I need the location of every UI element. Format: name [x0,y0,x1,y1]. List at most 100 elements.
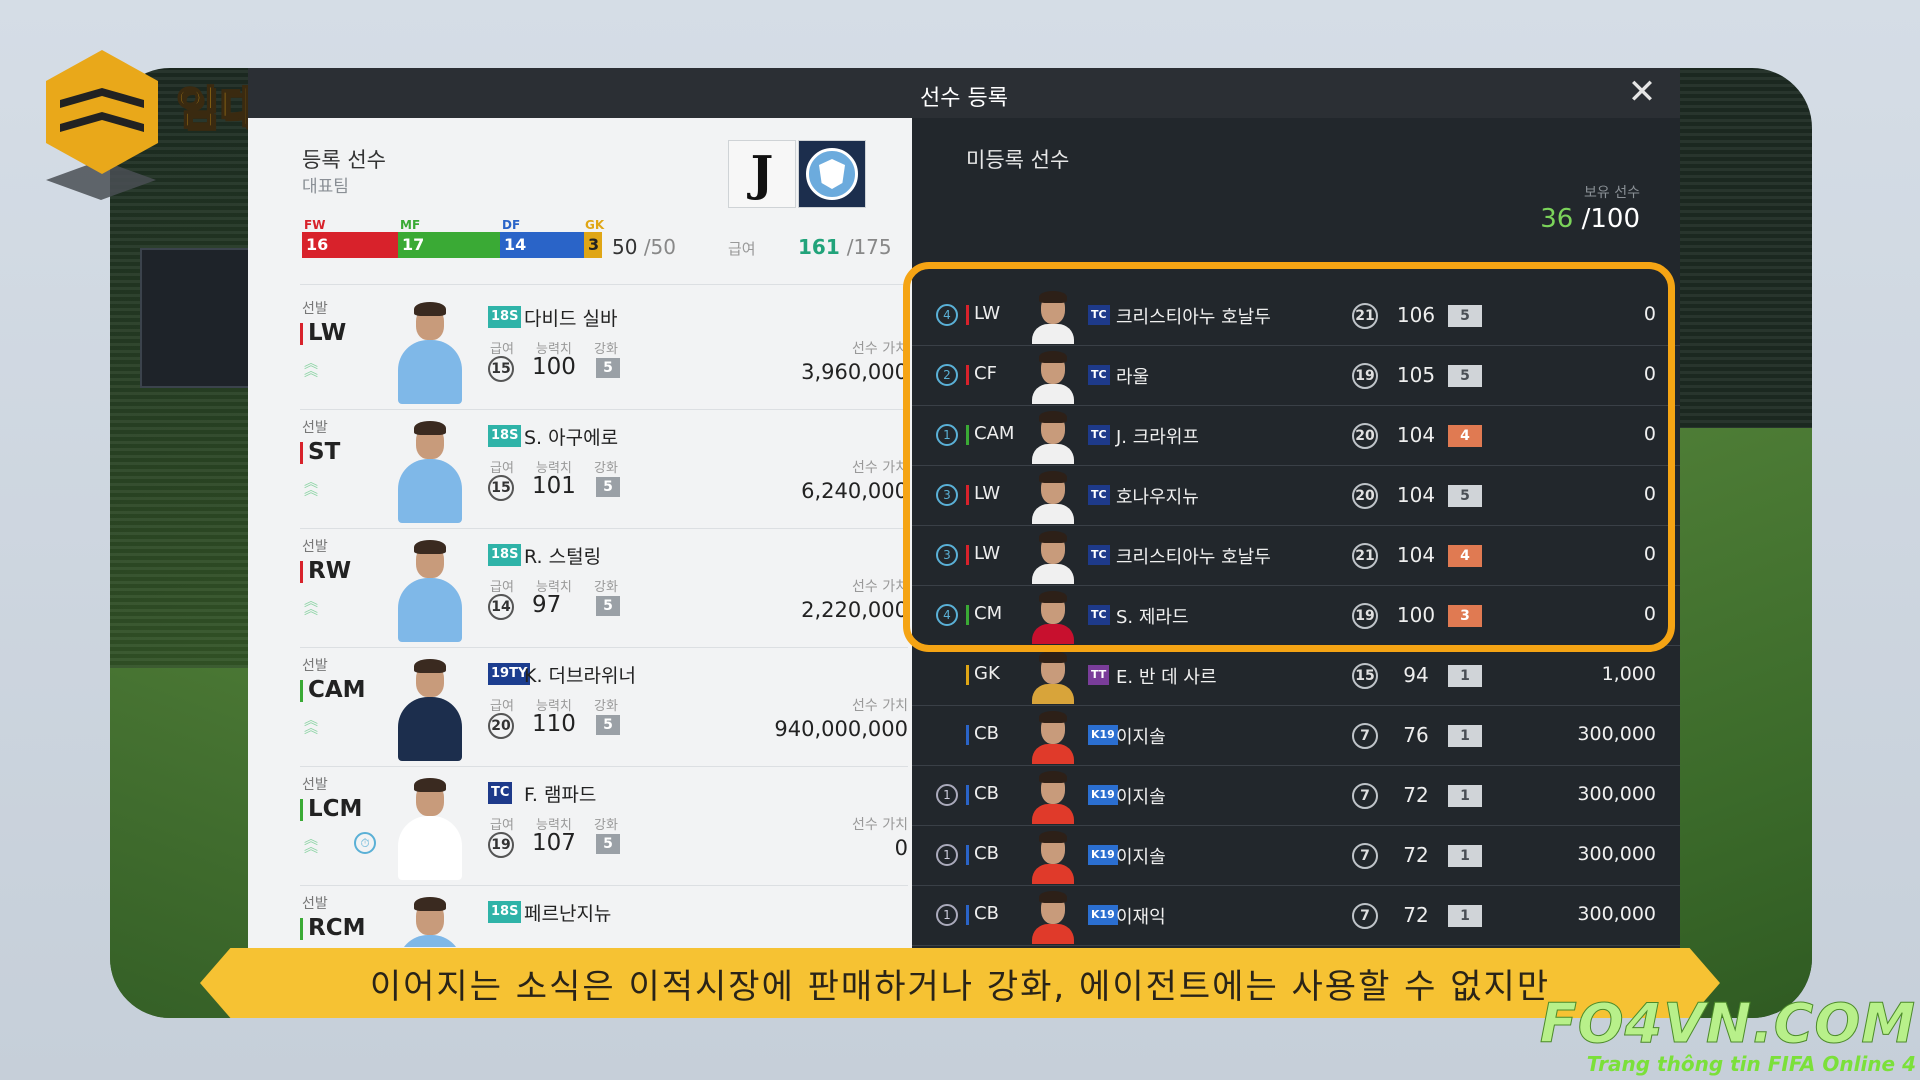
registered-player-row[interactable]: 선발 ST ︽ ︽ 18S S. 아구에로 급여 능력치 강화 15 101 5 선수 가치 6,240,… [300,411,908,529]
lineup-status: 선발 [302,896,328,912]
close-button[interactable]: ✕ [1624,74,1660,110]
player-value: 940,000,000 [774,717,908,741]
mf-label: MF [400,218,421,232]
overall-value: 97 [532,592,562,618]
enhancement-level: 1 [1448,785,1482,807]
squad-count: 50 /50 [612,235,676,259]
season-badge: K19 [1088,785,1118,805]
timer-icon: 1 [936,784,958,806]
registered-player-row[interactable]: 선발 LW ︽ ︽ 18S 다비드 실바 급여 능력치 강화 15 100 5 선수 가치 3,960,0… [300,292,908,410]
player-name: S. 아구에로 [524,427,619,449]
unregistered-player-row[interactable]: 1 CB K19 이지솔 7 72 1 300,000 [912,766,1680,826]
registered-player-row[interactable]: 선발 CAM ︽ ︽ 19TY K. 더브라위너 급여 능력치 강화 20 110 5 선수 가치 940… [300,649,908,767]
position-label: CB [966,783,999,805]
player-name: 이지솔 [1116,787,1166,808]
value-label: 선수 가치 [852,579,908,595]
position-label: CAM [300,677,366,703]
overall-value: 94 [1403,663,1429,687]
unregistered-player-row[interactable]: 4 LW TC 크리스티아누 호날두 21 106 5 0 [912,286,1680,346]
registered-subtitle: 대표팀 [302,177,349,197]
season-badge: TC [1088,545,1110,565]
season-badge: 18S [488,425,522,447]
overall-value: 100 [532,354,576,380]
mf-bar: 17 [398,232,500,258]
club-mancity-badge[interactable] [798,140,866,208]
value-label: 선수 가치 [852,698,908,714]
player-photo [1028,830,1078,884]
unregistered-player-row[interactable]: 1 CB K19 이재익 7 72 1 300,000 [912,886,1680,946]
player-name: 이지솔 [1116,847,1166,868]
position-label: ST [300,439,340,465]
enhancement-level: 4 [1448,545,1482,567]
player-photo [394,657,464,761]
registered-player-row[interactable]: 선발 LCM ︽ ︽ ⏱ TC F. 램파드 급여 능력치 강화 19 107 5 선수 가치 0 [300,768,908,886]
timer-icon: 1 [936,904,958,926]
salary-hex-icon: 7 [1352,723,1378,749]
player-price: 300,000 [1577,723,1656,745]
player-price: 300,000 [1577,783,1656,805]
position-label: GK [966,663,1000,685]
position-label: CM [966,603,1002,625]
unregistered-player-row[interactable]: 3 LW TC 크리스티아누 호날두 21 104 4 0 [912,526,1680,586]
overall-value: 100 [1396,603,1436,627]
player-photo [394,538,464,642]
salary-hex-icon: 14 [488,594,514,620]
manchester-city-icon [806,148,858,200]
lineup-status: 선발 [302,539,328,555]
lineup-status: 선발 [302,301,328,317]
enh-mini-label: 강화 [594,818,618,833]
salary-mini-label: 급여 [490,461,514,476]
chevron-up-icon: ︽ ︽ [304,713,318,737]
season-badge: 18S [488,901,522,923]
player-price: 1,000 [1601,663,1656,685]
player-name: 호나우지뉴 [1116,487,1199,508]
enhancement-level: 5 [596,358,620,378]
player-value: 0 [894,836,908,860]
salary-hex-icon: 15 [488,475,514,501]
salary-hex-icon: 19 [488,832,514,858]
season-badge: TC [488,782,513,804]
overall-value: 104 [1396,543,1436,567]
salary-mini-label: 급여 [490,699,514,714]
overall-value: 72 [1403,903,1429,927]
unregistered-title: 미등록 선수 [966,148,1070,172]
season-badge: TC [1088,305,1110,325]
df-label: DF [502,218,521,232]
player-photo [1028,410,1078,464]
unregistered-player-row[interactable]: 3 LW TC 호나우지뉴 20 104 5 0 [912,466,1680,526]
salary-hex-icon: 15 [1352,663,1378,689]
enhancement-level: 5 [596,834,620,854]
unregistered-player-row[interactable]: 1 CAM TC J. 크라위프 20 104 4 0 [912,406,1680,466]
salary-mini-label: 급여 [490,342,514,357]
overall-value: 104 [1396,423,1436,447]
enhancement-level: 5 [1448,485,1482,507]
unregistered-player-row[interactable]: 2 CF TC 라울 19 105 5 0 [912,346,1680,406]
salary-mini-label: 급여 [490,580,514,595]
player-photo [1028,290,1078,344]
position-label: LW [300,320,346,346]
registered-player-row[interactable]: 선발 RW ︽ ︽ 18S R. 스털링 급여 능력치 강화 14 97 5 선수 가치 2,220,00… [300,530,908,648]
brand-logo-icon [38,50,198,200]
unregistered-player-row[interactable]: 4 CM TC S. 제라드 19 100 3 0 [912,586,1680,646]
player-photo [394,776,464,880]
salary-hex-icon: 21 [1352,543,1378,569]
club-juventus-badge[interactable]: J [728,140,796,208]
player-name: J. 크라위프 [1116,427,1199,448]
season-badge: TC [1088,365,1110,385]
salary-hex-icon: 21 [1352,303,1378,329]
enhancement-level: 1 [1448,905,1482,927]
position-label: LW [966,543,1000,565]
player-photo [394,300,464,404]
registered-player-row[interactable]: 선발 RCM 18S 페르난지뉴 [300,887,908,947]
overall-value: 72 [1403,783,1429,807]
subtitle-banner: 이어지는 소식은 이적시장에 판매하거나 강화, 에이전트에는 사용할 수 없지… [200,948,1720,1018]
juventus-icon: J [750,146,774,202]
unregistered-player-row[interactable]: GK TT E. 반 데 사르 15 94 1 1,000 [912,646,1680,706]
position-label: RW [300,558,351,584]
player-name: 크리스티아누 호날두 [1116,547,1271,568]
player-price: 0 [1643,543,1656,565]
salary-hex-icon: 7 [1352,843,1378,869]
unregistered-player-row[interactable]: CB K19 이지솔 7 76 1 300,000 [912,706,1680,766]
unregistered-player-row[interactable]: 1 CB K19 이지솔 7 72 1 300,000 [912,826,1680,886]
chevron-up-icon: ︽ ︽ [304,594,318,618]
